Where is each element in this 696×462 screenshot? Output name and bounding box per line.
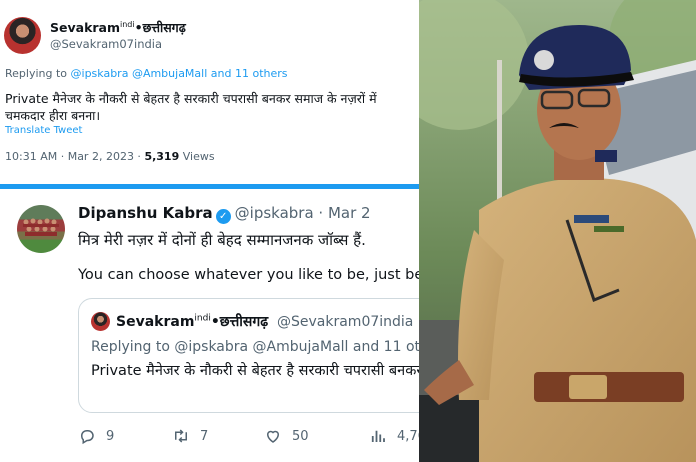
author-handle[interactable]: @ipskabra · Mar 2 [235,204,371,222]
reply-tweet: Dipanshu Kabra ✓ @ipskabra · Mar 2 मित्र म… [0,189,419,462]
like-count: 50 [292,428,309,444]
views-button[interactable]: 4,76 [369,427,419,445]
quoted-avatar [91,312,110,331]
retweet-button[interactable]: 7 [172,427,208,445]
quoted-tweet[interactable]: Sevakramindi•छत्तीसगढ़ @Sevakram07india … [78,298,419,413]
tweet-actions: 9 7 50 4,76 [78,427,419,447]
replying-to-links[interactable]: @ipskabra @AmbujaMall and 11 others [71,67,288,80]
avatar[interactable] [4,17,41,54]
views-count: 4,76 [397,428,419,444]
retweet-count: 7 [200,428,209,444]
officer-photo [419,0,696,462]
views-icon [371,430,385,442]
verified-badge-icon: ✓ [215,209,231,224]
views-count: 5,319 [144,150,180,163]
translate-tweet-link[interactable]: Translate Tweet [5,125,82,136]
reply-icon [80,430,94,445]
tweet-text: Private मैनेजर के नौकरी से बेहतर है सरका… [5,91,377,123]
heart-icon [266,430,280,443]
tweet-text-line1: मित्र मेरी नज़र में दोनों ही बेहद सम्मान… [78,231,366,249]
timestamp[interactable]: 10:31 AM · Mar 2, 2023 · [5,150,144,163]
author-name[interactable]: Sevakramindi•छत्तीसगढ़ [50,19,186,36]
replying-to: Replying to @ipskabra @AmbujaMall and 11… [5,67,288,80]
like-button[interactable]: 50 [264,427,309,445]
retweet-icon [175,429,187,443]
quoted-replying-to: Replying to @ipskabra @AmbujaMall and 11… [91,339,419,355]
reply-button[interactable]: 9 [78,427,114,445]
tweet-meta: 10:31 AM · Mar 2, 2023 · 5,319 Views [5,150,215,163]
reply-count: 9 [106,428,115,444]
avatar[interactable] [17,205,65,253]
quoted-text: Private मैनेजर के नौकरी से बेहतर है सरका… [91,363,419,379]
author-handle[interactable]: @Sevakram07india [50,37,162,51]
author-name[interactable]: Dipanshu Kabra ✓ @ipskabra · Mar 2 [78,204,371,224]
tweet-text-line2: You can choose whatever you like to be, … [78,267,419,283]
quoted-author: Sevakramindi•छत्तीसगढ़ @Sevakram07india … [116,313,419,330]
original-tweet: Sevakramindi•छत्तीसगढ़ @Sevakram07india … [0,0,419,184]
